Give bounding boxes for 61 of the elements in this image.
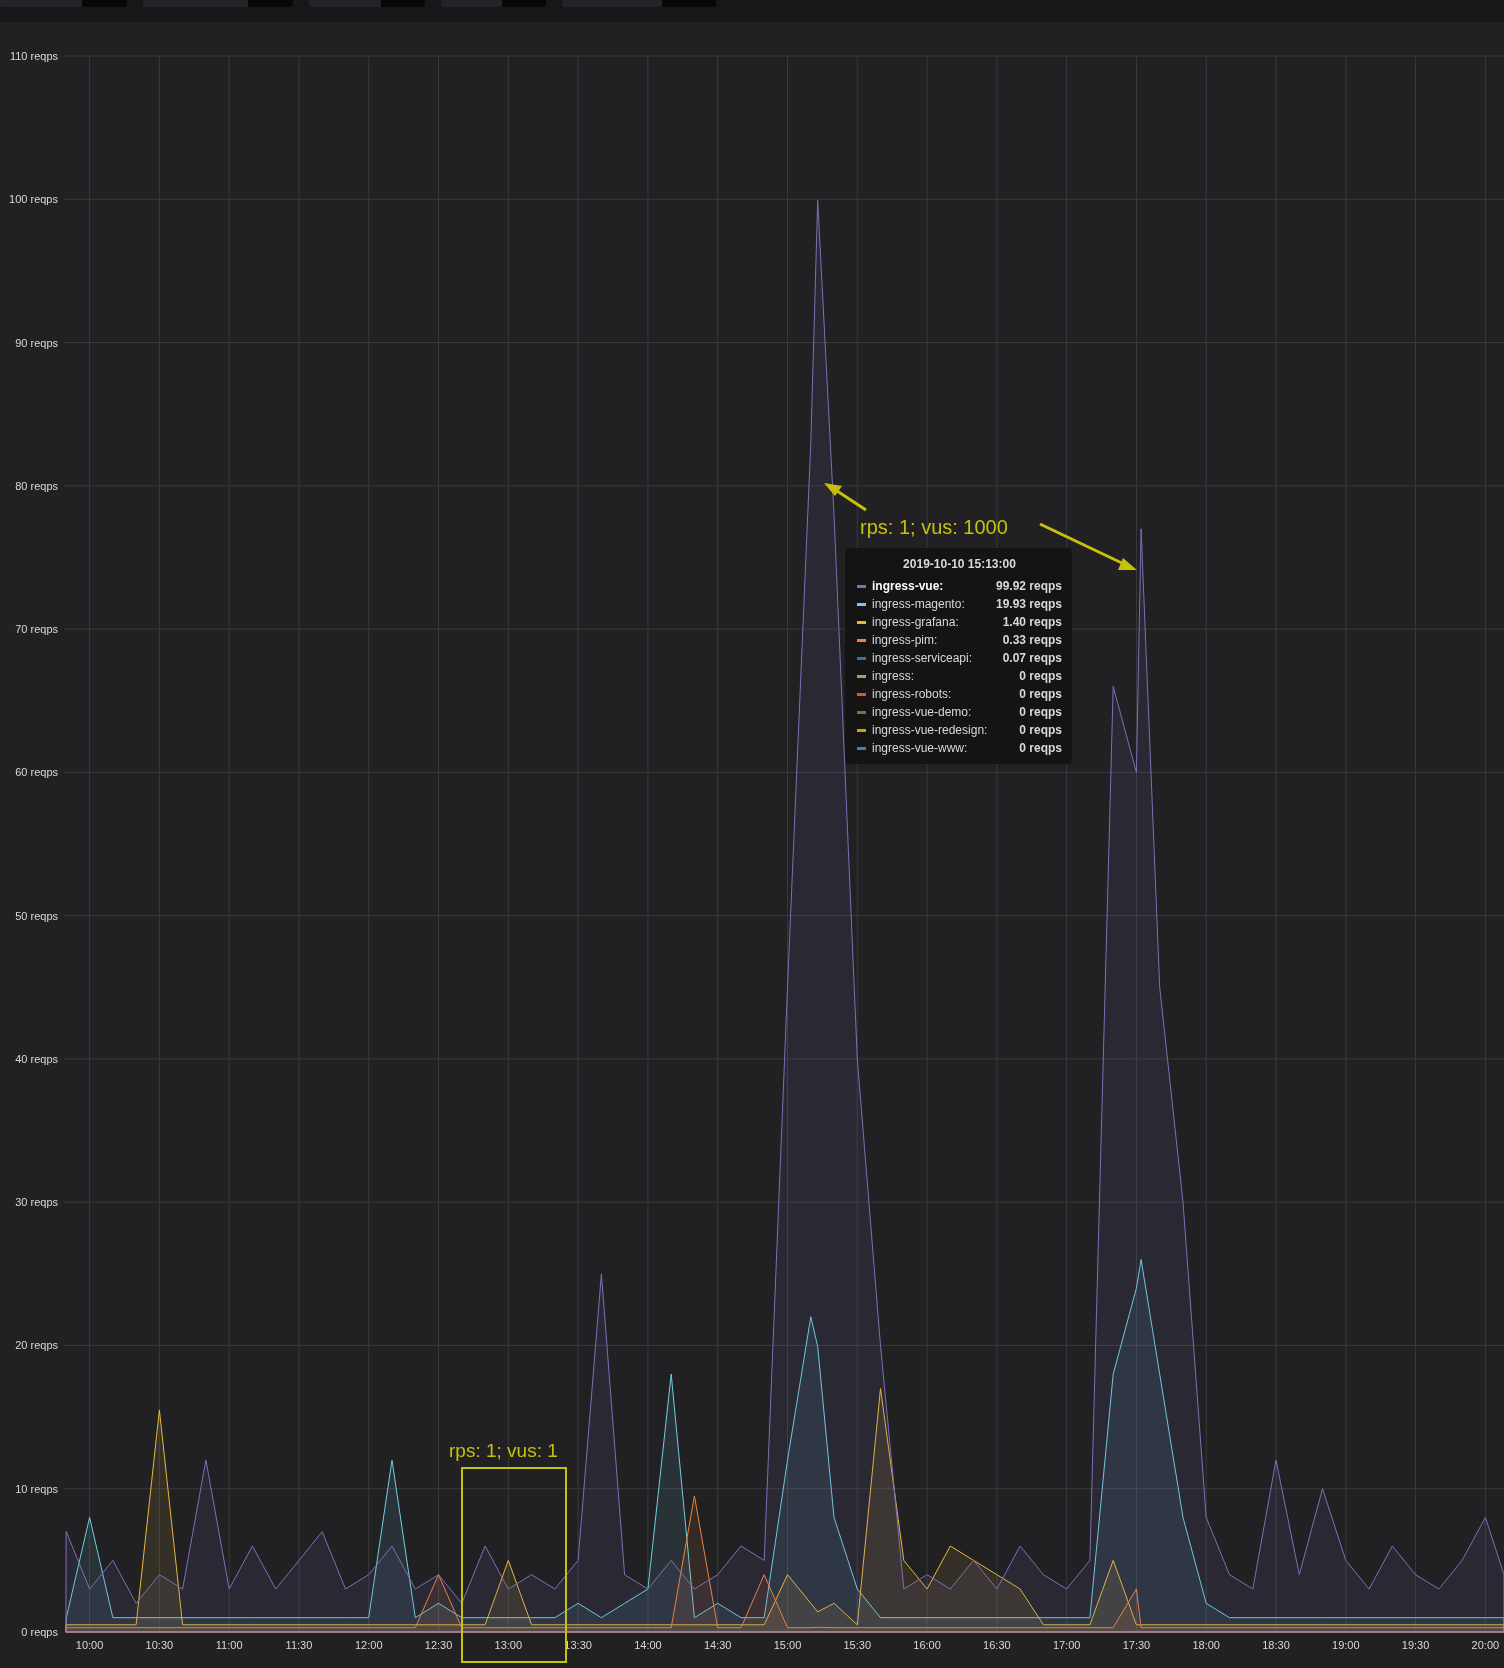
- series-value: 0.07 reqps: [1002, 650, 1062, 666]
- axis-tick-label: 11:00: [215, 1639, 243, 1651]
- series-name: ingress-serviceapi:: [872, 650, 974, 666]
- series-value: 0 reqps: [1019, 722, 1062, 738]
- axis-tick-label: 60 reqps: [15, 766, 58, 779]
- axis-tick-label: 17:30: [1122, 1639, 1151, 1651]
- axis-tick-label: 12:00: [355, 1639, 383, 1651]
- annotation-label: rps: 1; vus: 1000: [860, 516, 1008, 538]
- tooltip-timestamp: 2019-10-10 15:13:00: [902, 556, 1017, 572]
- axis-tick-label: 19:00: [1332, 1639, 1360, 1651]
- series-value: 0 reqps: [1019, 704, 1062, 720]
- series-name: ingress-magento:: [872, 596, 966, 612]
- annotation-arrow: [824, 483, 867, 512]
- series-name: ingress-vue-www:: [872, 740, 969, 756]
- axis-tick-label: 19:30: [1401, 1639, 1430, 1651]
- axis-tick-label: 14:00: [634, 1639, 662, 1651]
- axis-tick-label: 20 reqps: [15, 1339, 58, 1352]
- axis-tick-label: 17:00: [1052, 1639, 1081, 1651]
- series-name: ingress-pim:: [872, 632, 939, 648]
- series-value: 0 reqps: [1019, 686, 1062, 702]
- annotation-label: rps: 1; vus: 1: [449, 1440, 558, 1461]
- axis-tick-label: 20:00: [1471, 1639, 1500, 1651]
- toolbar-dropdown[interactable]: [309, 0, 425, 7]
- series-name: ingress-vue-demo:: [872, 704, 973, 720]
- series-name: ingress-vue-redesign:: [872, 722, 989, 738]
- series-name: ingress:: [872, 668, 916, 684]
- axis-tick-label: 15:00: [773, 1639, 802, 1651]
- axis-tick-label: 80 reqps: [15, 479, 58, 492]
- toolbar-dropdown[interactable]: [0, 0, 127, 7]
- series-value: 19.93 reqps: [995, 596, 1062, 612]
- axis-tick-label: 110 reqps: [9, 50, 58, 62]
- toolbar-dropdown[interactable]: [562, 0, 716, 7]
- series-name: ingress-grafana:: [872, 614, 960, 630]
- axis-tick-label: 40 reqps: [15, 1052, 58, 1065]
- axis-tick-label: 18:00: [1192, 1639, 1220, 1651]
- axis-tick-label: 15:30: [843, 1639, 872, 1651]
- axis-tick-label: 14:30: [703, 1639, 732, 1651]
- series-name: ingress-robots:: [872, 686, 953, 702]
- series-value: 99.92 reqps: [995, 578, 1062, 594]
- axis-tick-label: 12:30: [424, 1639, 453, 1651]
- axis-tick-label: 16:30: [983, 1639, 1011, 1651]
- axis-tick-label: 13:00: [494, 1639, 523, 1651]
- axis-tick-label: 0 reqps: [21, 1626, 58, 1638]
- axis-tick-label: 10 reqps: [15, 1482, 58, 1495]
- axis-tick-label: 10:00: [75, 1639, 104, 1651]
- axis-tick-label: 18:30: [1262, 1639, 1290, 1651]
- series-value: 0.33 reqps: [1002, 632, 1062, 648]
- series-name: ingress-vue:: [872, 578, 945, 594]
- axis-tick-label: 11:30: [285, 1639, 313, 1651]
- toolbar-dropdown[interactable]: [441, 0, 546, 7]
- axis-tick-label: 50 reqps: [15, 909, 58, 922]
- axis-tick-label: 30 reqps: [15, 1196, 58, 1209]
- series-value: 0 reqps: [1019, 740, 1062, 756]
- axis-tick-label: 100 reqps: [9, 193, 58, 206]
- axis-tick-label: 90 reqps: [15, 336, 58, 349]
- series-value: 0 reqps: [1019, 668, 1062, 684]
- series-value: 1.40 reqps: [1002, 614, 1062, 630]
- axis-tick-label: 16:00: [913, 1639, 941, 1651]
- axis-tick-label: 70 reqps: [15, 623, 58, 636]
- toolbar-dropdown[interactable]: [143, 0, 293, 7]
- axis-tick-label: 10:30: [145, 1639, 174, 1651]
